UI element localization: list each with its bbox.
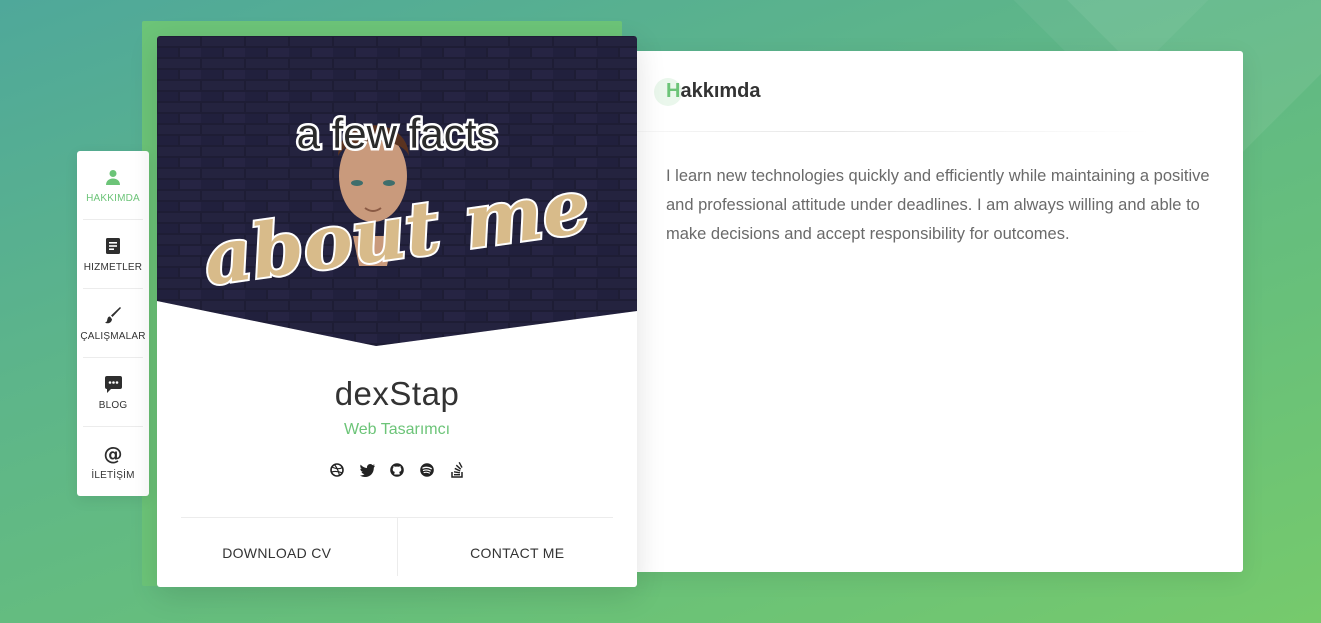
nav-item-blog[interactable]: BLOG xyxy=(83,358,143,427)
cover-image: a few facts about me xyxy=(157,36,637,346)
stackoverflow-icon xyxy=(450,462,463,478)
profile-card: a few facts about me dexStap Web Tasarım… xyxy=(157,36,637,587)
spotify-icon xyxy=(420,463,434,477)
user-icon xyxy=(105,166,121,188)
profile-name: dexStap xyxy=(334,375,460,412)
nav-label: HAKKIMDA xyxy=(86,193,140,204)
side-navigation: HAKKIMDA HIZMETLER ÇALIŞMALAR BLOG @ İLE… xyxy=(77,151,149,496)
github-icon xyxy=(390,463,404,477)
brush-icon xyxy=(104,304,122,326)
nav-label: ÇALIŞMALAR xyxy=(80,331,146,342)
twitter-link[interactable] xyxy=(359,462,375,478)
title-first-letter: H xyxy=(666,80,681,102)
stackoverflow-link[interactable] xyxy=(449,462,465,478)
section-header: Hakkımda xyxy=(654,78,761,106)
title-rest: akkımda xyxy=(680,80,761,102)
divider xyxy=(630,131,1150,132)
github-link[interactable] xyxy=(389,462,405,478)
dribbble-link[interactable] xyxy=(329,462,345,478)
contact-me-button[interactable]: CONTACT ME xyxy=(398,518,638,587)
cover-text-top: a few facts xyxy=(297,110,498,157)
nav-label: HIZMETLER xyxy=(83,262,143,273)
nav-item-iletisim[interactable]: @ İLETİŞİM xyxy=(83,427,143,496)
social-links xyxy=(157,462,637,478)
dribbble-icon xyxy=(330,463,344,477)
twitter-icon xyxy=(359,463,375,477)
nav-label: BLOG xyxy=(98,400,128,411)
download-cv-button[interactable]: DOWNLOAD CV xyxy=(157,518,397,587)
at-icon: @ xyxy=(103,442,123,465)
profile-role: Web Tasarımcı xyxy=(343,421,451,438)
section-title: Hakkımda xyxy=(666,80,761,103)
about-text: I learn new technologies quickly and eff… xyxy=(666,167,1210,243)
spotify-link[interactable] xyxy=(419,462,435,478)
nav-item-hizmetler[interactable]: HIZMETLER xyxy=(83,220,143,289)
nav-item-hakkimda[interactable]: HAKKIMDA xyxy=(83,151,143,220)
document-icon xyxy=(106,235,120,257)
nav-label: İLETİŞİM xyxy=(91,469,135,481)
nav-item-calismalar[interactable]: ÇALIŞMALAR xyxy=(80,289,146,358)
chat-icon xyxy=(104,373,122,395)
card-actions: DOWNLOAD CV CONTACT ME xyxy=(157,518,637,587)
about-section: Hakkımda I learn new technologies quickl… xyxy=(630,51,1243,572)
